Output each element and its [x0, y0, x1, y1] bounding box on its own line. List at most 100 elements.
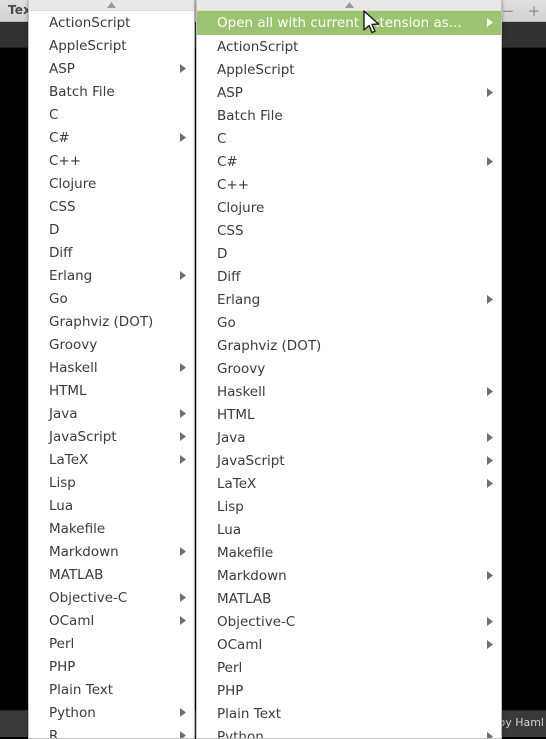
menu-item[interactable]: C	[29, 103, 194, 126]
menu-item[interactable]: Go	[29, 287, 194, 310]
menu-item[interactable]: Graphviz (DOT)	[29, 310, 194, 333]
menu-item[interactable]: D	[29, 218, 194, 241]
menu-item[interactable]: LaTeX	[197, 472, 501, 495]
menu-item[interactable]: AppleScript	[197, 58, 501, 81]
menu-item[interactable]: Markdown	[29, 540, 194, 563]
menu-item-label: MATLAB	[49, 567, 186, 583]
open-all-with-extension-menu[interactable]: Open all with current extension as...Act…	[196, 0, 502, 739]
menu-item[interactable]: Clojure	[29, 172, 194, 195]
menu-item[interactable]: OCaml	[29, 609, 194, 632]
menu-item-label: Python	[217, 729, 477, 739]
menu-item[interactable]: Groovy	[197, 357, 501, 380]
menu-item[interactable]: JavaScript	[197, 449, 501, 472]
menu-item[interactable]: Lisp	[29, 471, 194, 494]
menu-item[interactable]: Clojure	[197, 196, 501, 219]
menu-item-label: AppleScript	[217, 62, 493, 78]
menu-item-label: PHP	[49, 659, 186, 675]
language-list-menu[interactable]: ActionScript AppleScriptASPBatch File C C# C…	[28, 0, 195, 739]
submenu-arrow-icon	[487, 15, 493, 31]
menu-item[interactable]: Go	[197, 311, 501, 334]
menu-item-label: ASP	[217, 85, 477, 101]
menu-item[interactable]: Plain Text	[29, 678, 194, 701]
menu-item[interactable]: Graphviz (DOT)	[197, 334, 501, 357]
menu-item[interactable]: OCaml	[197, 633, 501, 656]
menu-item-label: Lisp	[49, 475, 186, 491]
menu-item-label: Markdown	[217, 568, 477, 584]
menu-item[interactable]: C#	[197, 150, 501, 173]
submenu-arrow-icon	[180, 452, 186, 468]
menu-item[interactable]: AppleScript	[29, 34, 194, 57]
menu-item[interactable]: Plain Text	[197, 702, 501, 725]
menu-item[interactable]: MATLAB	[197, 587, 501, 610]
menu-item-label: Diff	[49, 245, 186, 261]
menu-item[interactable]: Objective-C	[197, 610, 501, 633]
menu-item[interactable]: MATLAB	[29, 563, 194, 586]
menu-item[interactable]: Java	[29, 402, 194, 425]
menu-item[interactable]: Perl	[197, 656, 501, 679]
menu-item[interactable]: CSS	[29, 195, 194, 218]
menu-item-label: Haskell	[217, 384, 477, 400]
menu-item[interactable]: C	[197, 127, 501, 150]
menu-item[interactable]: HTML	[197, 403, 501, 426]
menu-item-label: ActionScript	[49, 15, 186, 31]
menu-item[interactable]: D	[197, 242, 501, 265]
menu-item[interactable]: Markdown	[197, 564, 501, 587]
menu-item-label: MATLAB	[217, 591, 493, 607]
menu-item[interactable]: Lisp	[197, 495, 501, 518]
menu-item[interactable]: Batch File	[29, 80, 194, 103]
scroll-up-arrow-right[interactable]	[197, 0, 501, 11]
menu-item[interactable]: HTML	[29, 379, 194, 402]
menu-item[interactable]: Makefile	[197, 541, 501, 564]
menu-item[interactable]: JavaScript	[29, 425, 194, 448]
menu-item-label: C	[49, 107, 186, 123]
menu-item[interactable]: C++	[29, 149, 194, 172]
menu-item-label: HTML	[217, 407, 493, 423]
submenu-arrow-icon	[180, 130, 186, 146]
menu-item[interactable]: Perl	[29, 632, 194, 655]
menu-item[interactable]: Haskell	[197, 380, 501, 403]
menu-item[interactable]: Haskell	[29, 356, 194, 379]
minimize-icon[interactable]: −	[500, 3, 516, 19]
menu-item[interactable]: Batch File	[197, 104, 501, 127]
menu-item-label: OCaml	[217, 637, 477, 653]
menu-item[interactable]: C++	[197, 173, 501, 196]
menu-item-header[interactable]: Open all with current extension as...	[197, 11, 501, 35]
menu-item[interactable]: Java	[197, 426, 501, 449]
menu-item[interactable]: Groovy	[29, 333, 194, 356]
menu-item[interactable]: ASP	[197, 81, 501, 104]
menu-item[interactable]: Python	[29, 701, 194, 724]
menu-item[interactable]: PHP	[29, 655, 194, 678]
menu-item[interactable]: ActionScript	[29, 11, 194, 34]
menu-item[interactable]: Erlang	[29, 264, 194, 287]
menu-item[interactable]: PHP	[197, 679, 501, 702]
menu-item[interactable]: LaTeX	[29, 448, 194, 471]
menu-item[interactable]: Erlang	[197, 288, 501, 311]
menu-item-label: Python	[49, 705, 170, 721]
menu-item-label: Java	[49, 406, 170, 422]
menu-item[interactable]: Lua	[29, 494, 194, 517]
scroll-up-arrow-left[interactable]	[29, 0, 194, 11]
menu-item[interactable]: ActionScript	[197, 35, 501, 58]
menu-item[interactable]: C#	[29, 126, 194, 149]
menu-item-label: Batch File	[217, 108, 493, 124]
menu-item[interactable]: Diff	[197, 265, 501, 288]
menu-item[interactable]: CSS	[197, 219, 501, 242]
menu-item[interactable]: Lua	[197, 518, 501, 541]
submenu-arrow-icon	[487, 453, 493, 469]
menu-item-label: Plain Text	[49, 682, 186, 698]
submenu-arrow-icon	[487, 729, 493, 739]
submenu-arrow-icon	[487, 637, 493, 653]
submenu-arrow-icon	[487, 430, 493, 446]
menu-item-label: Lua	[49, 498, 186, 514]
maximize-icon[interactable]: +	[526, 3, 542, 19]
menu-item-label: C++	[49, 153, 186, 169]
menu-item-label: Makefile	[217, 545, 493, 561]
menu-item-label: Lua	[217, 522, 493, 538]
submenu-arrow-icon	[487, 85, 493, 101]
submenu-arrow-icon	[180, 406, 186, 422]
menu-item-label: LaTeX	[49, 452, 170, 468]
menu-item[interactable]: Diff	[29, 241, 194, 264]
menu-item[interactable]: Makefile	[29, 517, 194, 540]
menu-item[interactable]: Objective-C	[29, 586, 194, 609]
menu-item[interactable]: ASP	[29, 57, 194, 80]
